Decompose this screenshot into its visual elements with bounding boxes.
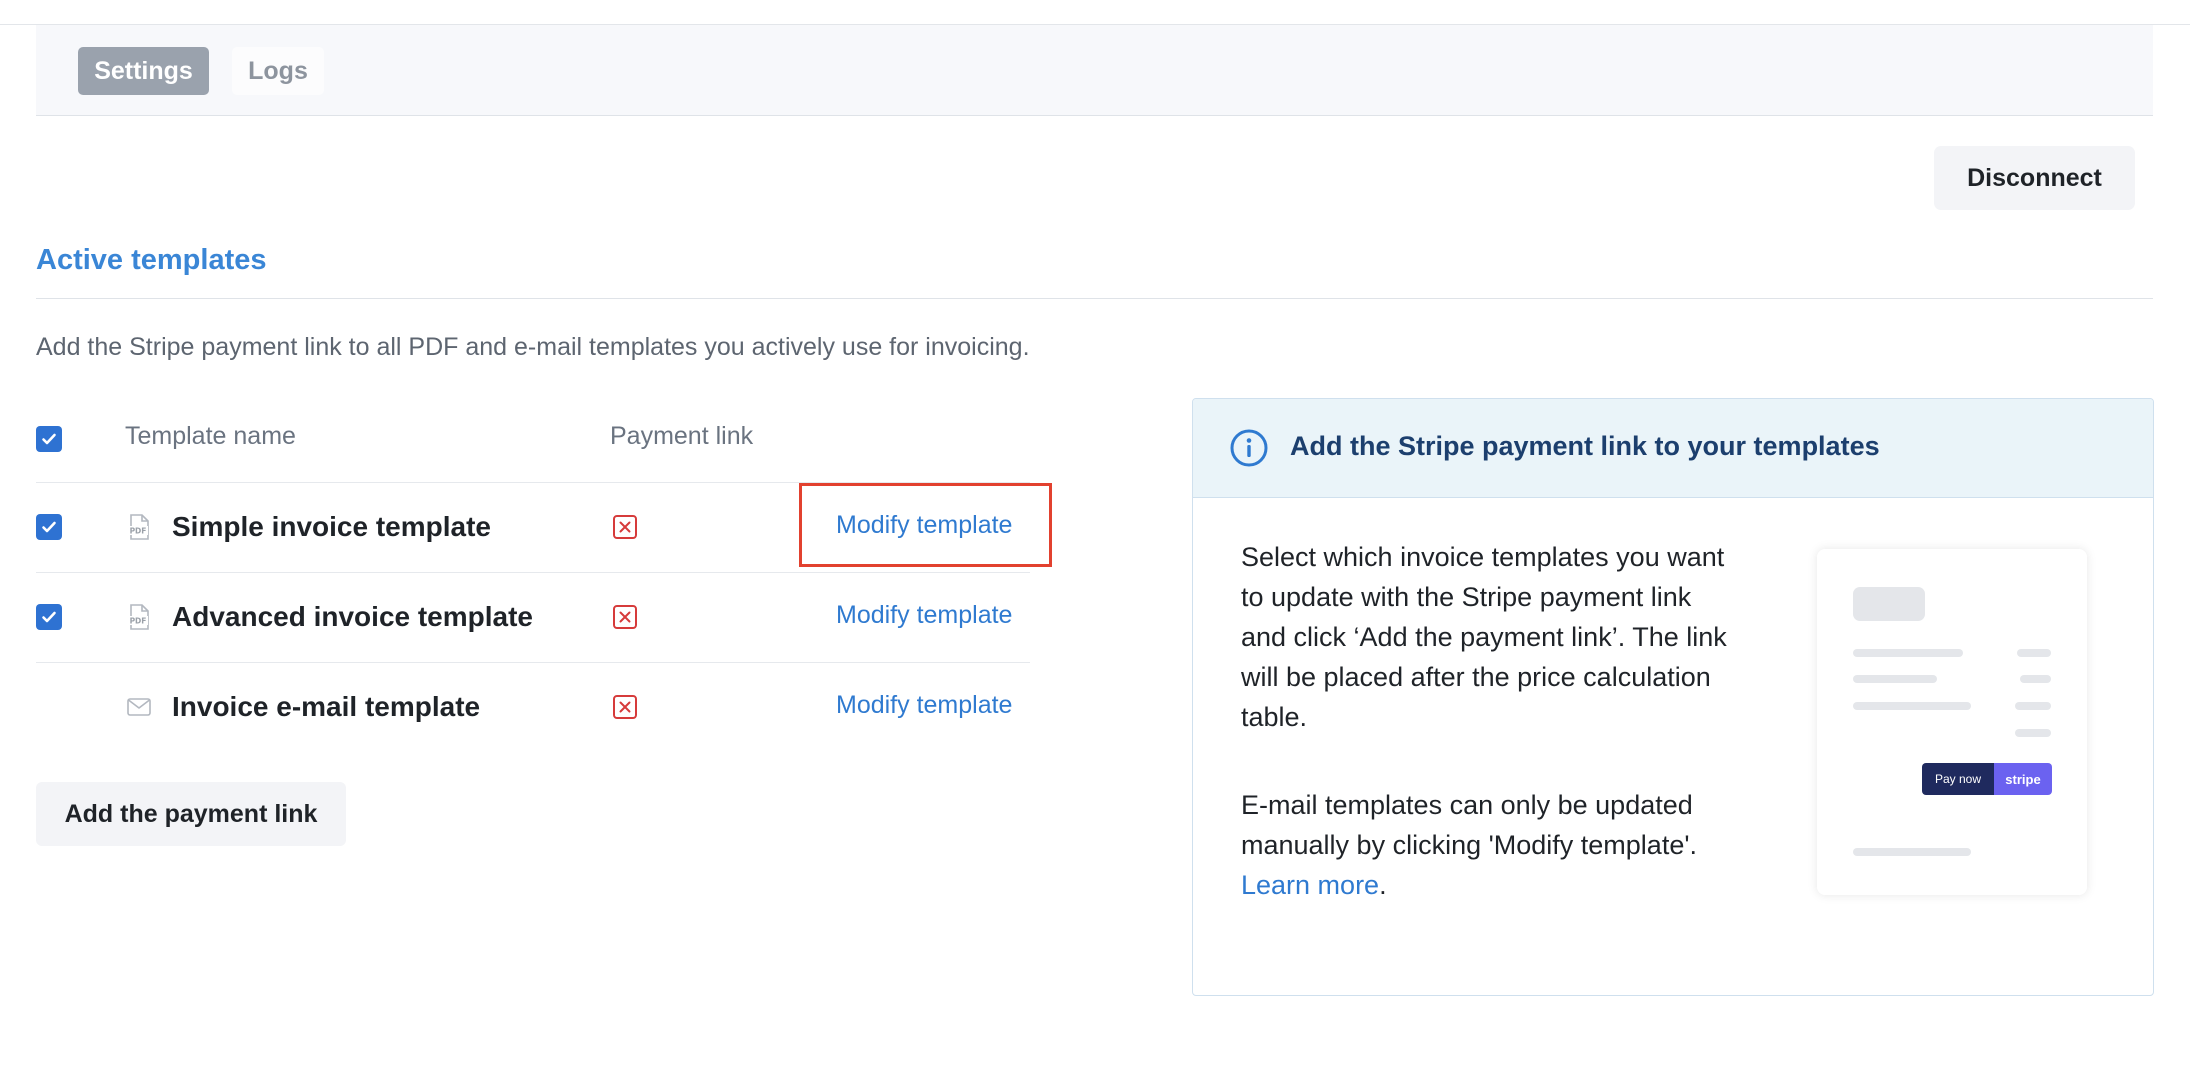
pay-now-label: Pay now (1922, 763, 1994, 795)
preview-line (1853, 649, 1963, 657)
column-header-template-name: Template name (125, 422, 296, 450)
preview-line (2020, 675, 2051, 683)
info-circle-icon (1230, 429, 1268, 467)
preview-line (1853, 848, 1971, 856)
modify-template-link[interactable]: Modify template (836, 601, 1012, 630)
section-divider (36, 298, 2153, 299)
pdf-file-icon: PDF (128, 604, 149, 630)
table-row: PDF Advanced invoice template Modify tem… (36, 573, 1030, 663)
checkmark-icon (42, 611, 56, 623)
section-description: Add the Stripe payment link to all PDF a… (36, 333, 1030, 361)
add-payment-link-button[interactable]: Add the payment link (36, 782, 346, 846)
templates-table: Template name Payment link PDF Simple in… (36, 408, 1030, 752)
template-name: Invoice e-mail template (172, 691, 481, 722)
info-panel: Add the Stripe payment link to your temp… (1192, 398, 2154, 996)
select-all-checkbox[interactable] (36, 426, 62, 452)
preview-line (2015, 702, 2051, 710)
row-checkbox[interactable] (36, 604, 62, 630)
preview-line (1853, 675, 1937, 683)
x-square-icon (613, 515, 637, 539)
modify-template-link[interactable]: Modify template (836, 691, 1012, 720)
tab-bar: Settings Logs (36, 25, 2153, 116)
info-paragraph-text: E-mail templates can only be updated man… (1241, 790, 1697, 860)
x-square-icon (613, 605, 637, 629)
section-title: Active templates (36, 244, 267, 276)
template-name: Advanced invoice template (172, 601, 534, 632)
disconnect-button[interactable]: Disconnect (1934, 146, 2135, 210)
tab-logs[interactable]: Logs (232, 47, 324, 95)
preview-logo-placeholder (1853, 587, 1925, 621)
table-row: PDF Simple invoice template Modify templ… (36, 483, 1030, 573)
learn-more-link[interactable]: Learn more (1241, 870, 1379, 900)
row-checkbox[interactable] (36, 514, 62, 540)
info-paragraph: Select which invoice templates you want … (1241, 542, 1727, 732)
checkmark-icon (42, 433, 56, 445)
table-row: Invoice e-mail template Modify template (36, 663, 1030, 752)
pay-now-button-illustration: Pay now stripe (1922, 763, 2052, 795)
preview-line (2017, 649, 2051, 657)
x-square-icon (613, 695, 637, 719)
preview-line (1853, 702, 1971, 710)
checkmark-icon (42, 521, 56, 533)
pdf-file-icon: PDF (128, 514, 149, 540)
svg-text:PDF: PDF (130, 527, 147, 536)
stripe-logo: stripe (1994, 763, 2052, 795)
info-panel-title: Add the Stripe payment link to your temp… (1290, 431, 1880, 461)
info-panel-header: Add the Stripe payment link to your temp… (1193, 399, 2153, 498)
template-name: Simple invoice template (172, 511, 491, 542)
column-header-payment-link: Payment link (610, 422, 754, 450)
info-paragraph: E-mail templates can only be updated man… (1241, 785, 1731, 905)
tab-settings[interactable]: Settings (78, 47, 209, 95)
table-header: Template name Payment link (36, 408, 1030, 483)
preview-line (2015, 729, 2051, 737)
svg-text:PDF: PDF (130, 617, 147, 626)
invoice-preview-illustration: Pay now stripe (1817, 549, 2087, 895)
modify-template-link[interactable]: Modify template (836, 511, 1012, 540)
learn-more-suffix: . (1379, 870, 1387, 900)
envelope-icon (127, 698, 151, 716)
